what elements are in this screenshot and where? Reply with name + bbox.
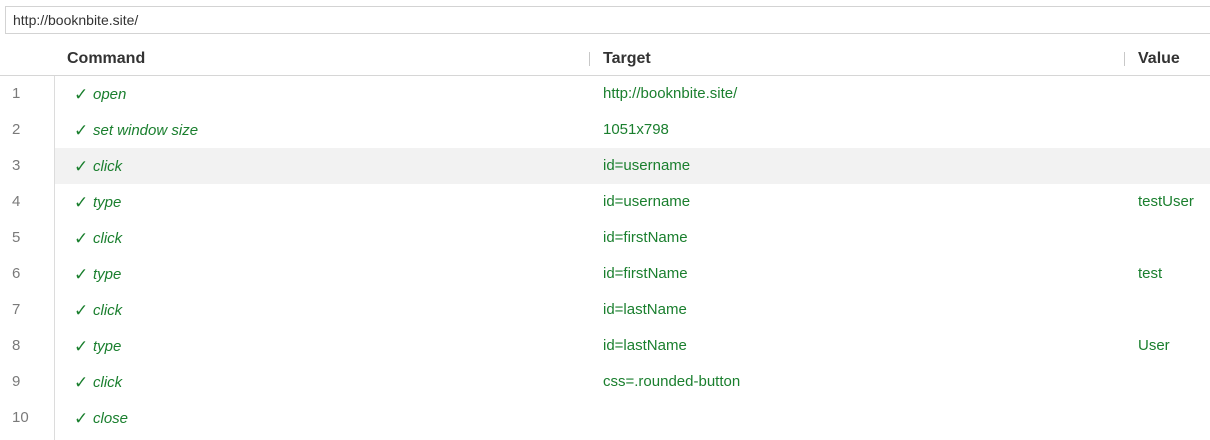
command-cell[interactable]: type xyxy=(93,256,121,292)
target-cell[interactable]: id=username xyxy=(603,184,690,220)
row-number: 7 xyxy=(0,292,55,328)
column-resize-handle[interactable] xyxy=(1124,52,1125,66)
row-number: 6 xyxy=(0,256,55,292)
row-number: 3 xyxy=(0,148,55,184)
target-cell[interactable]: id=lastName xyxy=(603,328,687,364)
check-icon: ✓ xyxy=(74,229,89,248)
value-cell[interactable]: testUser xyxy=(1138,184,1194,220)
command-row[interactable]: 7 ✓ click id=lastName xyxy=(0,292,1210,328)
command-table-body: 1 ✓ open http://booknbite.site/ 2 ✓ set … xyxy=(0,76,1210,436)
check-icon: ✓ xyxy=(74,157,89,176)
row-number: 2 xyxy=(0,112,55,148)
target-cell[interactable]: id=firstName xyxy=(603,256,688,292)
target-cell[interactable]: 1051x798 xyxy=(603,112,669,148)
row-number: 10 xyxy=(0,400,55,436)
check-icon: ✓ xyxy=(74,265,89,284)
check-icon: ✓ xyxy=(74,373,89,392)
command-cell[interactable]: type xyxy=(93,328,121,364)
row-body[interactable] xyxy=(55,400,1210,436)
command-cell[interactable]: close xyxy=(93,400,128,436)
test-editor: http://booknbite.site/ Command Target Va… xyxy=(0,0,1210,440)
command-cell[interactable]: set window size xyxy=(93,112,198,148)
base-url-input[interactable]: http://booknbite.site/ xyxy=(5,6,1210,34)
check-icon: ✓ xyxy=(74,409,89,428)
column-header-command[interactable]: Command xyxy=(67,42,145,75)
command-row[interactable]: 4 ✓ type id=username testUser xyxy=(0,184,1210,220)
check-icon: ✓ xyxy=(74,85,89,104)
column-header-target[interactable]: Target xyxy=(603,42,651,75)
column-header-value[interactable]: Value xyxy=(1138,42,1180,75)
command-row[interactable]: 6 ✓ type id=firstName test xyxy=(0,256,1210,292)
check-icon: ✓ xyxy=(74,121,89,140)
target-cell[interactable]: css=.rounded-button xyxy=(603,364,740,400)
row-number: 9 xyxy=(0,364,55,400)
gutter-divider xyxy=(54,76,55,440)
command-row[interactable]: 2 ✓ set window size 1051x798 xyxy=(0,112,1210,148)
row-number: 5 xyxy=(0,220,55,256)
row-number: 8 xyxy=(0,328,55,364)
target-cell[interactable]: http://booknbite.site/ xyxy=(603,76,737,112)
command-row[interactable]: 8 ✓ type id=lastName User xyxy=(0,328,1210,364)
target-cell[interactable]: id=firstName xyxy=(603,220,688,256)
column-resize-handle[interactable] xyxy=(589,52,590,66)
check-icon: ✓ xyxy=(74,301,89,320)
command-cell[interactable]: click xyxy=(93,292,122,328)
row-number: 1 xyxy=(0,76,55,112)
target-cell[interactable]: id=username xyxy=(603,148,690,184)
command-row[interactable]: 1 ✓ open http://booknbite.site/ xyxy=(0,76,1210,112)
check-icon: ✓ xyxy=(74,337,89,356)
value-cell[interactable]: test xyxy=(1138,256,1162,292)
command-row[interactable]: 5 ✓ click id=firstName xyxy=(0,220,1210,256)
command-cell[interactable]: type xyxy=(93,184,121,220)
target-cell[interactable]: id=lastName xyxy=(603,292,687,328)
command-cell[interactable]: click xyxy=(93,364,122,400)
command-table-header: Command Target Value xyxy=(0,42,1210,76)
command-cell[interactable]: open xyxy=(93,76,126,112)
value-cell[interactable]: User xyxy=(1138,328,1170,364)
command-row-selected[interactable]: 3 ✓ click id=username xyxy=(0,148,1210,184)
command-row[interactable]: 10 ✓ close xyxy=(0,400,1210,436)
command-cell[interactable]: click xyxy=(93,220,122,256)
command-cell[interactable]: click xyxy=(93,148,122,184)
command-row[interactable]: 9 ✓ click css=.rounded-button xyxy=(0,364,1210,400)
row-number: 4 xyxy=(0,184,55,220)
check-icon: ✓ xyxy=(74,193,89,212)
